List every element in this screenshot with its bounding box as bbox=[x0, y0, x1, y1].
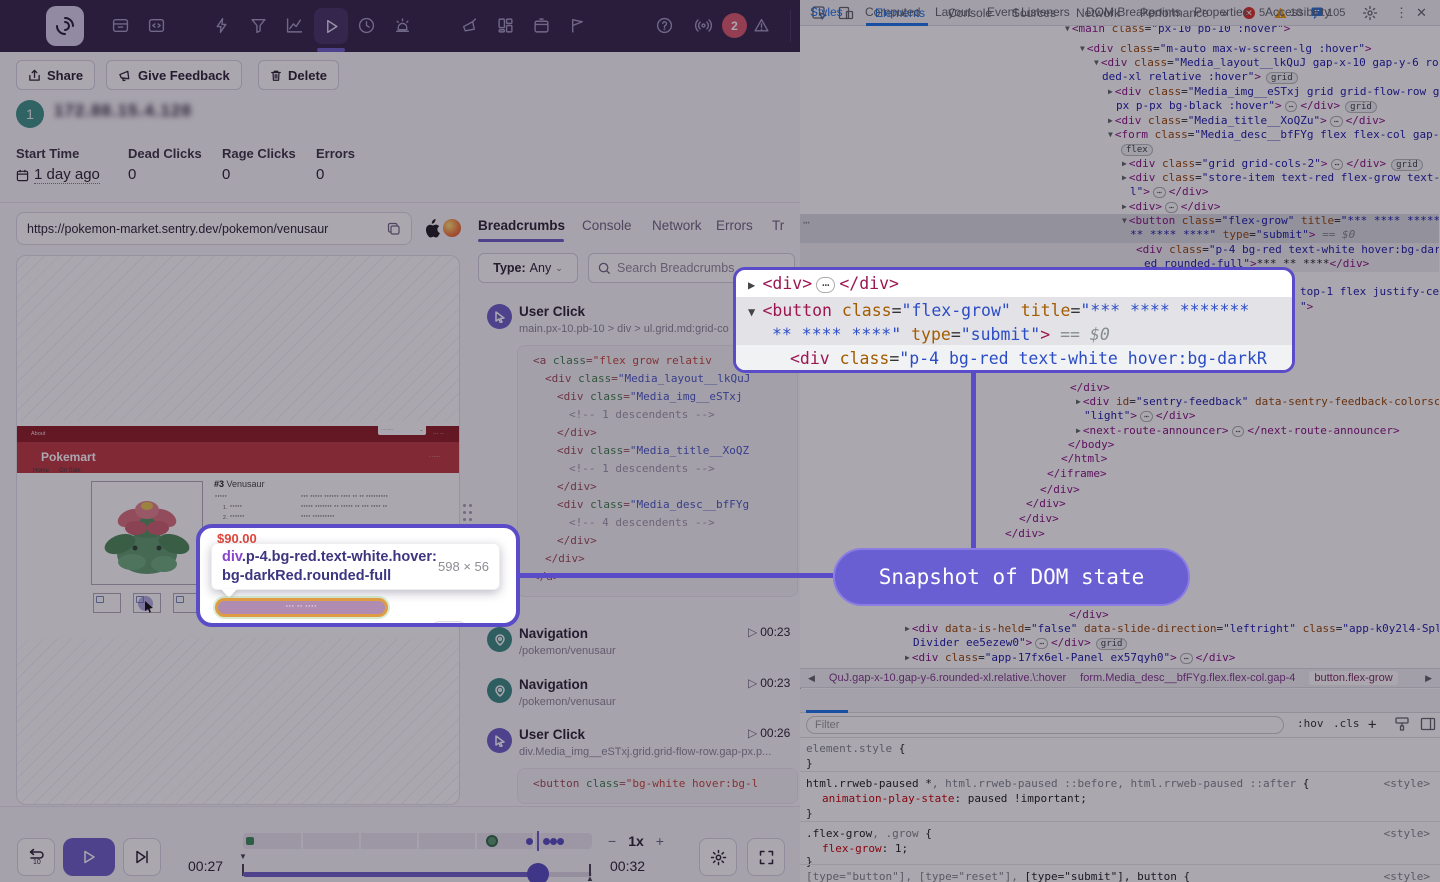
annotation-pill: Snapshot of DOM state bbox=[833, 548, 1190, 606]
screen: 2 Share Give Feedback Delete 1 172.88.15… bbox=[0, 0, 1440, 882]
code-line: ** **** ****" type="submit"> == $0 bbox=[736, 325, 1292, 349]
dim-overlay bbox=[0, 0, 1440, 882]
highlighted-button[interactable]: *** ** **** bbox=[215, 598, 388, 617]
tooltip-selector-classes: .p-4.bg-red.text-white.hover:bg-darkRed.… bbox=[222, 549, 437, 583]
tooltip-dimensions: 598 × 56 bbox=[438, 559, 489, 574]
magnified-code: ▶ <div>⋯</div> ▼ <button class="flex-grow… bbox=[736, 270, 1292, 370]
annotation-connector-vertical bbox=[971, 371, 976, 550]
code-line: ▶ <div>⋯</div> bbox=[736, 274, 1292, 298]
tooltip-arrow bbox=[221, 589, 237, 598]
tooltip-selector-tag: div bbox=[222, 549, 242, 565]
annotation-connector-horizontal bbox=[520, 573, 833, 578]
annotation-label: Snapshot of DOM state bbox=[879, 565, 1145, 589]
code-line: ▼ <button class="flex-grow" title="*** *… bbox=[736, 301, 1292, 325]
page-small-button bbox=[432, 621, 466, 627]
code-line: <div class="p-4 bg-red text-white hover:… bbox=[736, 349, 1292, 373]
inspect-tooltip: div.p-4.bg-red.text-white.hover:bg-darkR… bbox=[211, 543, 500, 590]
replay-spotlight-callout: $90.00 In Stock div.p-4.bg-red.text-whit… bbox=[196, 524, 520, 627]
dom-snapshot-magnifier: ▶ <div>⋯</div> ▼ <button class="flex-grow… bbox=[733, 267, 1295, 373]
